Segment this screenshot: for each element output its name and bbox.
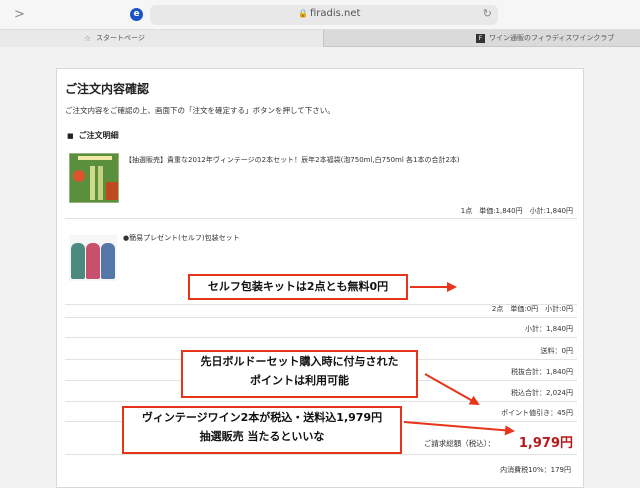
arrow-to-point-discount <box>424 373 480 405</box>
annotation-arrows <box>403 282 515 436</box>
arrow-to-billing-total <box>403 421 515 436</box>
